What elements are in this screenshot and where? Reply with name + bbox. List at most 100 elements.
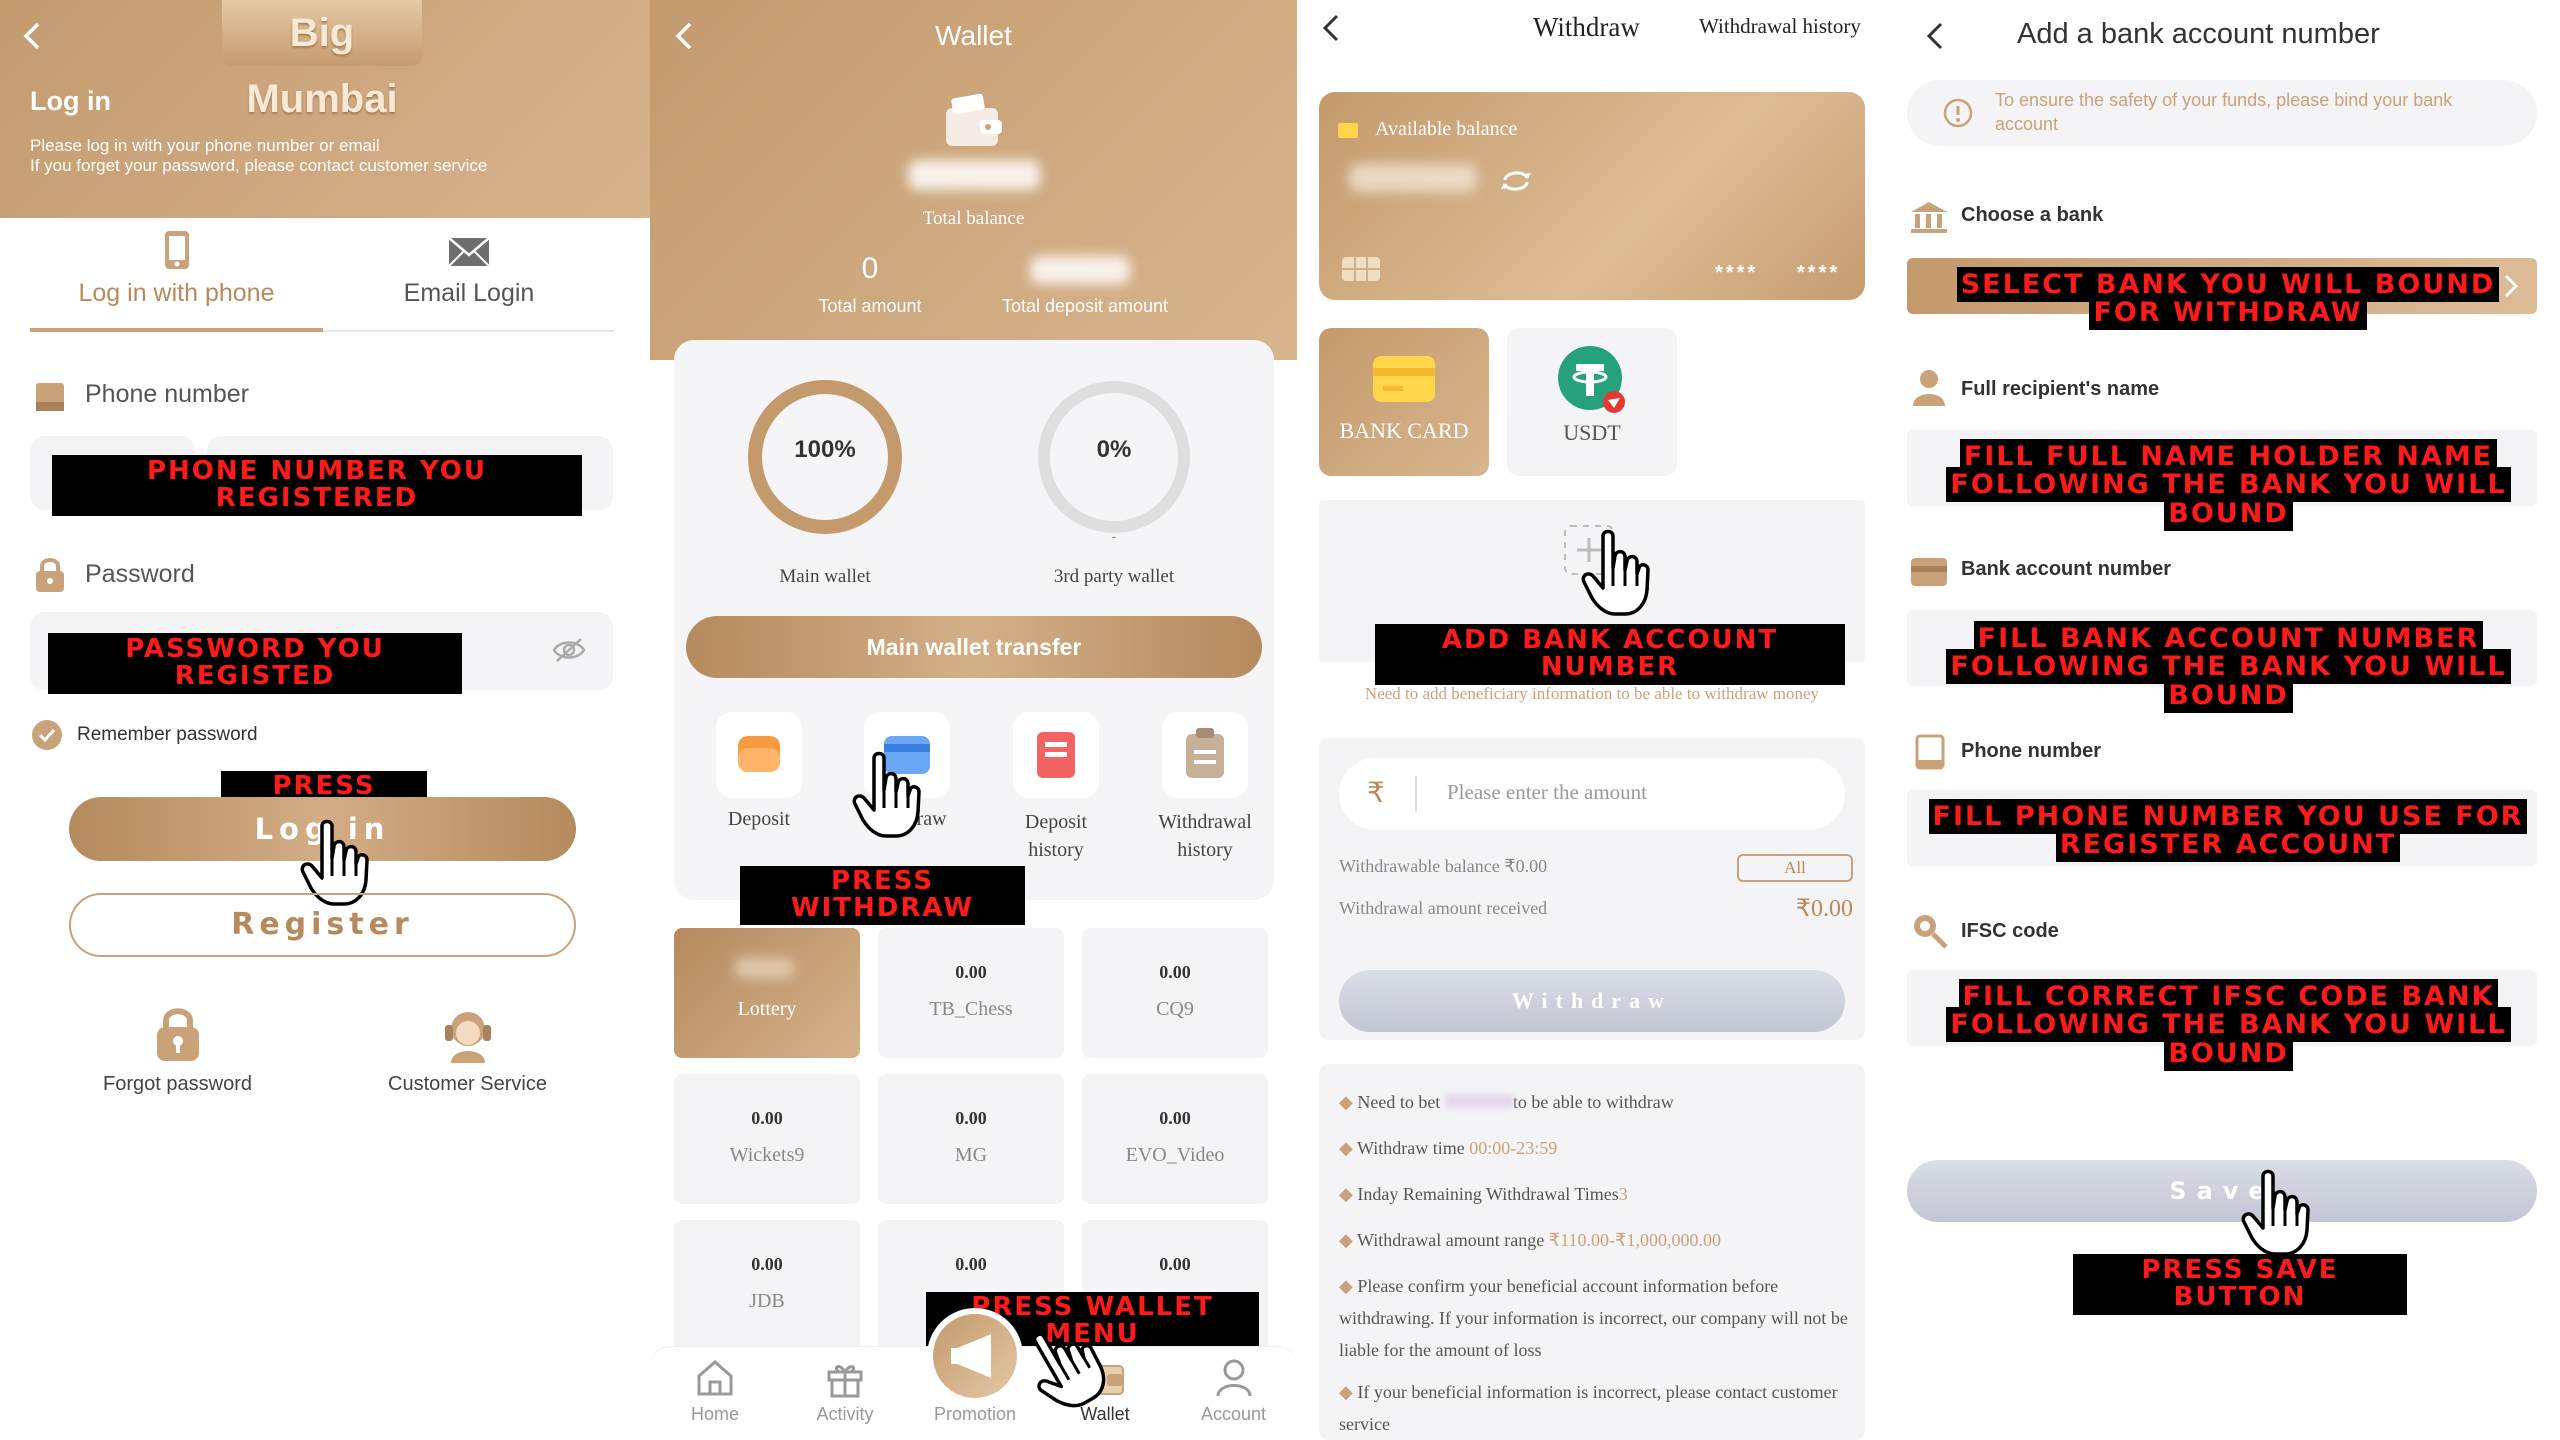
withdraw-button[interactable]: Withdraw [1339, 970, 1845, 1032]
chip-icon [1341, 256, 1381, 282]
available-balance-blurred [1349, 164, 1477, 192]
all-button[interactable]: All [1737, 854, 1853, 882]
account-number-label: Bank account number [1961, 558, 2172, 580]
card-mask-2: **** [1797, 262, 1841, 284]
bank-card-label: BANK CARD [1339, 418, 1469, 443]
game-value: 0.00 [1159, 962, 1191, 982]
person-icon [1911, 368, 1947, 406]
nav-activity[interactable]: Activity [780, 1356, 910, 1425]
page-title: Add a bank account number [2017, 18, 2380, 50]
bank-annotation-text: SELECT BANK YOU WILL BOUND FOR WITHDRAW [1956, 267, 2500, 331]
customer-service-link[interactable]: Customer Service [360, 1005, 575, 1096]
back-icon[interactable] [14, 16, 54, 56]
third-wallet-dash: - [1111, 528, 1117, 544]
brand-logo: Big Mumbai [222, 0, 422, 121]
tether-icon [1556, 344, 1628, 416]
save-button[interactable]: Save [1907, 1160, 2537, 1222]
pointer-hand-icon [1581, 529, 1650, 616]
third-wallet-ring: 0% [1033, 376, 1195, 538]
game-tile[interactable]: 0.00 CQ9 [1082, 928, 1268, 1058]
remember-checkbox[interactable] [30, 718, 64, 752]
withdrawal-history-action[interactable]: Withdrawal history [1144, 712, 1266, 864]
nav-account[interactable]: Account [1170, 1356, 1297, 1425]
game-tile[interactable]: 0.00 TB_Chess [878, 928, 1064, 1058]
withdrawable-balance: Withdrawable balance ₹0.00 [1339, 856, 1548, 876]
deposit-history-action[interactable]: Deposit history [995, 712, 1117, 864]
tab-indicator [30, 328, 323, 332]
back-icon[interactable] [1917, 16, 1957, 56]
phone-number-label: Phone number [1961, 740, 2102, 762]
padlock-icon [151, 1005, 205, 1063]
page-title: Wallet [935, 20, 1012, 51]
nav-home[interactable]: Home [650, 1356, 780, 1425]
game-balance-grid: Lottery 0.00 TB_Chess 0.00 CQ9 0.00 Wick… [674, 928, 1274, 1350]
tab-withdraw[interactable]: Withdraw [1533, 12, 1640, 43]
nav-activity-label: Activity [816, 1404, 874, 1424]
tab-phone-login[interactable]: Log in with phone [30, 225, 323, 331]
bank-card-option[interactable]: BANK CARD [1319, 328, 1489, 476]
login-subtitle-2: If you forget your password, please cont… [30, 156, 488, 175]
page-title: Log in [30, 86, 111, 116]
deposit-icon [716, 712, 802, 798]
third-wallet-percent: 0% [1096, 436, 1132, 463]
game-tile[interactable]: 0.00 MG [878, 1074, 1064, 1204]
rule-text: Inday Remaining Withdrawal Times [1357, 1184, 1619, 1204]
add-bank-annotation: ADD BANK ACCOUNT NUMBER [1375, 624, 1845, 685]
password-label: Password [85, 560, 195, 588]
register-button[interactable]: Register [69, 893, 576, 957]
game-tile[interactable]: Lottery [674, 928, 860, 1058]
deposit-action[interactable]: Deposit [698, 712, 820, 831]
lock-icon [33, 556, 67, 594]
forgot-password-label: Forgot password [103, 1073, 252, 1095]
usdt-option[interactable]: USDT [1507, 328, 1677, 476]
tab-withdrawal-history[interactable]: Withdrawal history [1699, 14, 1861, 39]
amount-input[interactable]: ₹ Please enter the amount [1339, 758, 1845, 830]
rule-item: ◆ Withdrawal amount range ₹110.00-₹1,000… [1339, 1224, 1849, 1256]
card-mask-1: **** [1715, 262, 1759, 284]
wallet-small-icon [1337, 120, 1359, 140]
forgot-password-link[interactable]: Forgot password [70, 1005, 285, 1096]
received-label: Withdrawal amount received [1339, 898, 1548, 918]
phone-field-icon [33, 380, 67, 414]
bank-annotation: SELECT BANK YOU WILL BOUND FOR WITHDRAW [1927, 267, 2529, 331]
beneficiary-note: Need to add beneficiary information to b… [1364, 684, 1820, 703]
rule-bullet-icon: ◆ [1339, 1382, 1358, 1402]
main-wallet-transfer-button[interactable]: Main wallet transfer [686, 616, 1262, 678]
rule-bullet-icon: ◆ [1339, 1092, 1358, 1112]
deposit-history-icon [1013, 712, 1099, 798]
total-amount-label: Total amount [818, 296, 922, 316]
tab-phone-label: Log in with phone [78, 279, 275, 307]
home-icon [693, 1356, 737, 1400]
main-wallet-ring: 100% [744, 376, 906, 538]
card-icon [1909, 556, 1949, 588]
headset-agent-icon [439, 1005, 497, 1063]
game-value: 0.00 [1159, 1108, 1191, 1128]
rule-item: ◆ Inday Remaining Withdrawal Times3 [1339, 1178, 1849, 1210]
withdraw-screen: Withdraw Withdrawal history Available ba… [1297, 0, 1897, 1440]
rule-text: Withdraw time [1357, 1138, 1470, 1158]
game-name: JDB [749, 1290, 785, 1312]
rule-bullet-icon: ◆ [1339, 1276, 1358, 1296]
input-divider [1415, 776, 1417, 812]
refresh-icon[interactable] [1499, 166, 1533, 196]
pointer-hand-icon [852, 751, 921, 838]
rule-text: Need to bet [1357, 1092, 1445, 1112]
eye-off-icon[interactable] [552, 636, 586, 664]
notice-text: To ensure the safety of your funds, plea… [1995, 90, 2453, 134]
total-balance-label: Total balance [922, 208, 1025, 229]
nav-promotion[interactable]: Promotion [910, 1308, 1040, 1425]
rule-highlight: 00:00-23:59 [1469, 1138, 1558, 1158]
rule-item: ◆ Withdraw time 00:00-23:59 [1339, 1132, 1849, 1164]
back-icon[interactable] [1313, 8, 1353, 48]
game-tile[interactable]: 0.00 Wickets9 [674, 1074, 860, 1204]
balance-blurred [908, 160, 1040, 190]
tab-email-login[interactable]: Email Login [323, 225, 615, 331]
rule-text: Withdrawal amount range [1357, 1230, 1549, 1250]
game-tile[interactable]: 0.00 JDB [674, 1220, 860, 1350]
game-value: 0.00 [955, 962, 987, 982]
pointer-hand-icon [2241, 1169, 2310, 1256]
game-tile[interactable]: 0.00 EVO_Video [1082, 1074, 1268, 1204]
name-annotation: FILL FULL NAME HOLDER NAME FOLLOWING THE… [1897, 439, 2560, 531]
remember-label: Remember password [77, 724, 258, 745]
account-annotation-text: FILL BANK ACCOUNT NUMBER FOLLOWING THE B… [1946, 621, 2511, 713]
